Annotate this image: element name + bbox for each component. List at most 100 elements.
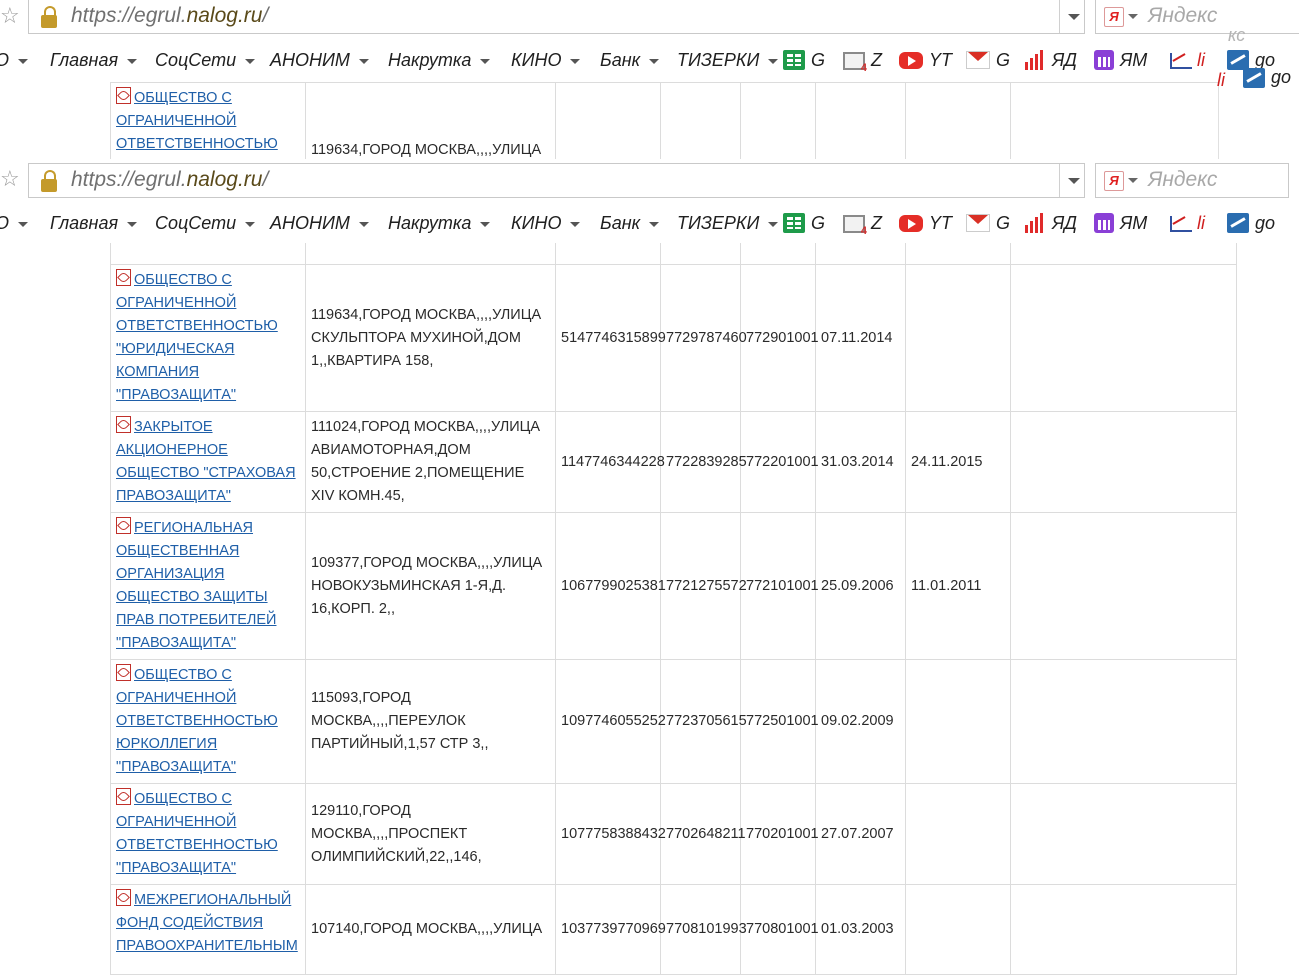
yandex-logo-icon[interactable]: Я xyxy=(1104,171,1124,191)
chevron-down-icon xyxy=(570,221,581,227)
lock-icon[interactable] xyxy=(41,6,57,28)
chevron-down-icon xyxy=(649,58,660,64)
org-name-cell: ОБЩЕСТВО С ОГРАНИЧЕННОЙ ОТВЕТСТВЕННОСТЬЮ… xyxy=(110,659,306,784)
address-bar[interactable]: https://egrul.nalog.ru/ xyxy=(28,163,1085,198)
bookmark-li-fragment[interactable]: li xyxy=(1217,70,1225,91)
metrika-icon xyxy=(1094,213,1114,233)
bookmark-label: О xyxy=(0,50,9,71)
bookmark-spreadsheet-8[interactable]: G xyxy=(783,48,825,72)
pdf-icon[interactable] xyxy=(116,517,131,534)
bookmark-bar-chart-12[interactable]: ЯД xyxy=(1024,211,1077,235)
lock-icon[interactable] xyxy=(41,170,57,192)
address-cell: 109377,ГОРОД МОСКВА,,,,УЛИЦА НОВОКУЗЬМИН… xyxy=(305,512,556,660)
yandex-logo-icon[interactable]: Я xyxy=(1104,7,1124,27)
registration-date-cell: 27.07.2007 xyxy=(815,783,906,885)
bookmark-mail-9[interactable]: Z xyxy=(843,211,882,237)
org-name-link[interactable]: РЕГИОНАЛЬНАЯ ОБЩЕСТВЕННАЯ ОРГАНИЗАЦИЯ ОБ… xyxy=(116,520,276,651)
bookmarks-bar: О Главная СоцСети АНОНИМ Накрутка КИНО Банк ТИЗ… xyxy=(0,42,1299,78)
search-engine-dropdown-icon[interactable] xyxy=(1128,14,1138,19)
bookmark-folder-1[interactable]: Главная xyxy=(50,48,138,72)
address-cell: 107140,ГОРОД МОСКВА,,,,УЛИЦА xyxy=(305,884,556,975)
registration-date-cell: 25.09.2006 xyxy=(815,512,906,660)
bookmark-star-icon[interactable]: ☆ xyxy=(0,4,22,30)
bookmark-folder-6[interactable]: Банк xyxy=(600,211,660,235)
kpp-cell: 772101001 xyxy=(740,512,819,660)
bookmark-gmail-11[interactable]: G xyxy=(966,211,1010,235)
table-row: МЕЖРЕГИОНАЛЬНЫЙ ФОНД СОДЕЙСТВИЯ ПРАВООХР… xyxy=(110,884,1237,975)
chevron-down-icon xyxy=(245,221,256,227)
bar-chart-icon xyxy=(1024,50,1046,70)
bookmarks-bar: О Главная СоцСети АНОНИМ Накрутка КИНО Банк ТИЗ… xyxy=(0,205,1299,241)
bookmark-analytics-15[interactable]: go xyxy=(1227,211,1275,235)
bookmark-folder-3[interactable]: АНОНИМ xyxy=(270,211,369,235)
bookmark-folder-7[interactable]: ТИЗЕРКИ xyxy=(677,48,779,72)
table-row: ЗАКРЫТОЕ АКЦИОНЕРНОЕ ОБЩЕСТВО "СТРАХОВАЯ… xyxy=(110,411,1237,513)
url-text[interactable]: https://egrul.nalog.ru/ xyxy=(71,4,268,28)
bookmark-overlap-fragment: li xyxy=(1217,70,1255,159)
pdf-icon[interactable] xyxy=(116,788,131,805)
bookmark-folder-3[interactable]: АНОНИМ xyxy=(270,48,369,72)
bookmark-trend-chart-14[interactable]: li xyxy=(1169,211,1205,235)
bookmark-go-fragment[interactable]: go xyxy=(1243,67,1291,88)
registration-date-cell: 31.03.2014 xyxy=(815,411,906,513)
pdf-icon[interactable] xyxy=(116,87,131,104)
bookmark-folder-5[interactable]: КИНО xyxy=(511,211,581,235)
pdf-icon[interactable] xyxy=(116,416,131,433)
bookmark-metrika-13[interactable]: ЯМ xyxy=(1094,211,1147,235)
bookmark-gmail-11[interactable]: G xyxy=(966,48,1010,72)
bookmark-bar-chart-12[interactable]: ЯД xyxy=(1024,48,1077,72)
bookmark-folder-4[interactable]: Накрутка xyxy=(388,211,491,235)
bookmark-trend-chart-14[interactable]: li xyxy=(1169,48,1205,72)
address-cell: 129110,ГОРОД МОСКВА,,,,ПРОСПЕКТ ОЛИМПИЙС… xyxy=(305,783,556,885)
search-box[interactable]: Я Яндекс xyxy=(1095,163,1289,198)
bookmark-metrika-13[interactable]: ЯМ xyxy=(1094,48,1147,72)
bookmark-label: go xyxy=(1255,212,1276,233)
termination-date-cell xyxy=(905,264,1011,412)
bookmark-label: li xyxy=(1197,49,1205,70)
address-bar[interactable]: https://egrul.nalog.ru/ xyxy=(28,0,1085,34)
url-text[interactable]: https://egrul.nalog.ru/ xyxy=(71,168,268,192)
bookmark-mail-9[interactable]: Z xyxy=(843,48,882,74)
bookmark-star-icon[interactable]: ☆ xyxy=(0,167,22,193)
url-history-dropdown[interactable] xyxy=(1059,164,1086,197)
ogrn-cell: 5147746315899 xyxy=(555,264,666,412)
bookmark-label: YT xyxy=(929,49,953,70)
bookmark-folder-5[interactable]: КИНО xyxy=(511,48,581,72)
org-name-link[interactable]: ОБЩЕСТВО С ОГРАНИЧЕННОЙ ОТВЕТСТВЕННОСТЬЮ… xyxy=(116,791,278,876)
org-name-link[interactable]: ОБЩЕСТВО С ОГРАНИЧЕННОЙ ОТВЕТСТВЕННОСТЬЮ… xyxy=(116,667,278,775)
bookmark-spreadsheet-8[interactable]: G xyxy=(783,211,825,235)
bookmark-folder-2[interactable]: СоцСети xyxy=(155,48,256,72)
extra-cell xyxy=(1010,783,1237,885)
bookmark-label: ТИЗЕРКИ xyxy=(677,212,760,233)
pdf-icon[interactable] xyxy=(116,889,131,906)
bookmark-youtube-10[interactable]: YT xyxy=(899,211,952,235)
bookmark-label: АНОНИМ xyxy=(270,212,350,233)
pdf-icon[interactable] xyxy=(116,664,131,681)
trend-chart-icon xyxy=(1169,213,1192,233)
bookmark-folder-6[interactable]: Банк xyxy=(600,48,660,72)
chevron-down-icon xyxy=(358,58,369,64)
search-engine-dropdown-icon[interactable] xyxy=(1128,178,1138,183)
bookmark-folder-0[interactable]: О xyxy=(0,48,29,72)
inn-cell: 7729787460 xyxy=(660,264,747,412)
registration-date-cell: 07.11.2014 xyxy=(815,264,906,412)
bookmark-folder-7[interactable]: ТИЗЕРКИ xyxy=(677,211,779,235)
bookmark-folder-0[interactable]: О xyxy=(0,211,29,235)
chevron-down-icon xyxy=(127,58,138,64)
analytics-icon xyxy=(1227,213,1249,233)
org-name-link[interactable]: ОБЩЕСТВО С ОГРАНИЧЕННОЙ ОТВЕТСТВЕННОСТЬЮ… xyxy=(116,272,278,403)
org-name-link[interactable]: ЗАКРЫТОЕ АКЦИОНЕРНОЕ ОБЩЕСТВО "СТРАХОВАЯ… xyxy=(116,419,296,504)
url-history-dropdown[interactable] xyxy=(1059,0,1086,33)
bookmark-youtube-10[interactable]: YT xyxy=(899,48,952,72)
bookmark-label: ЯД xyxy=(1052,49,1077,70)
inn-cell: 7723705615 xyxy=(660,659,747,784)
bookmark-folder-4[interactable]: Накрутка xyxy=(388,48,491,72)
spreadsheet-icon xyxy=(783,213,805,233)
gmail-icon xyxy=(966,214,990,232)
org-name-cell: РЕГИОНАЛЬНАЯ ОБЩЕСТВЕННАЯ ОРГАНИЗАЦИЯ ОБ… xyxy=(110,512,306,660)
bookmark-folder-2[interactable]: СоцСети xyxy=(155,211,256,235)
search-box[interactable]: Я Яндекс xyxy=(1095,0,1299,34)
pdf-icon[interactable] xyxy=(116,269,131,286)
bookmark-folder-1[interactable]: Главная xyxy=(50,211,138,235)
org-name-link[interactable]: МЕЖРЕГИОНАЛЬНЫЙ ФОНД СОДЕЙСТВИЯ ПРАВООХР… xyxy=(116,892,298,954)
